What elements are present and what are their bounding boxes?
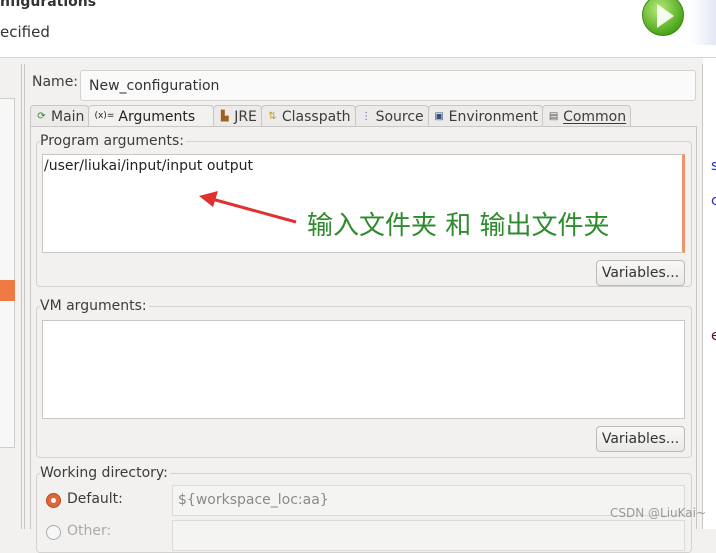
annotation-arrow [199, 191, 297, 224]
arrow-shaft [211, 197, 297, 224]
annotation-text: 输入文件夹 和 输出文件夹 [307, 211, 610, 241]
watermark: CSDN @LiuKai~ [610, 506, 707, 520]
arrow-head [199, 191, 218, 207]
